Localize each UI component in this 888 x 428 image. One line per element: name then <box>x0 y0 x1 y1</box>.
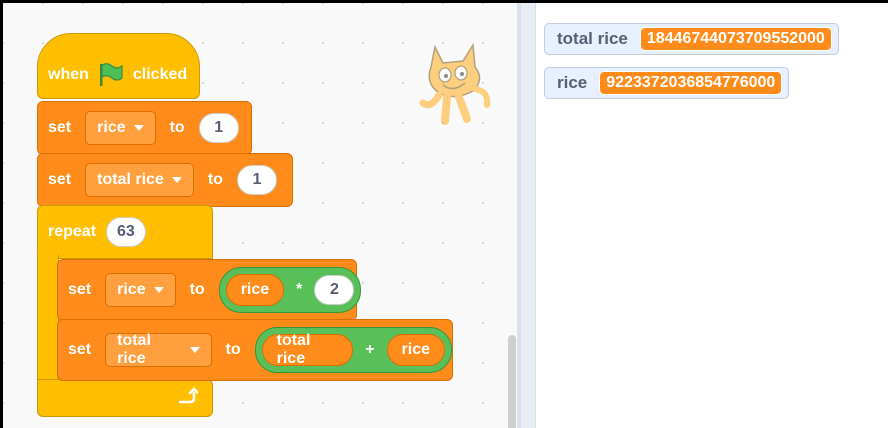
monitor-rice[interactable]: rice 9223372036854776000 <box>544 67 790 99</box>
loop-arrow-icon <box>178 387 198 404</box>
dropdown-caret-icon <box>171 177 182 183</box>
variable-dropdown-total-rice[interactable]: total rice <box>85 163 194 197</box>
variable-name: total rice <box>117 332 151 367</box>
value-input[interactable]: 1 <box>198 113 239 143</box>
variable-name: rice <box>117 281 146 298</box>
set-rice-multiply-block[interactable]: set rice to rice * 2 <box>57 259 362 321</box>
monitor-value: 18446744073709552000 <box>639 27 832 51</box>
multiply-operator-block[interactable]: rice * 2 <box>218 267 362 313</box>
monitor-label: rice <box>557 73 588 92</box>
multiply-operator: * <box>296 281 303 298</box>
add-operator-block[interactable]: total rice + rice <box>254 327 452 373</box>
set-label: set <box>48 119 72 136</box>
multiplier-input[interactable]: 2 <box>314 275 355 305</box>
when-flag-clicked-block[interactable]: when clicked <box>37 33 200 99</box>
panel-divider <box>521 3 535 428</box>
to-label: to <box>169 119 185 136</box>
repeat-count-input[interactable]: 63 <box>106 217 146 247</box>
total-rice-variable-reporter[interactable]: total rice <box>261 332 354 367</box>
repeat-arm <box>37 255 59 385</box>
variable-dropdown-rice[interactable]: rice <box>105 273 176 307</box>
variable-name: total rice <box>97 171 164 188</box>
monitor-value: 9223372036854776000 <box>599 71 783 95</box>
clicked-label: clicked <box>132 66 188 83</box>
variable-dropdown-rice[interactable]: rice <box>85 111 156 145</box>
dropdown-caret-icon <box>133 125 144 131</box>
value-input[interactable]: 1 <box>236 165 277 195</box>
when-label: when <box>48 66 89 83</box>
set-label: set <box>48 171 72 188</box>
dropdown-caret-icon <box>153 287 164 293</box>
workspace-scrollbar[interactable] <box>508 335 516 428</box>
repeat-bottom <box>37 379 213 417</box>
set-label: set <box>68 341 92 358</box>
green-flag-icon <box>99 63 123 86</box>
set-total-rice-add-block[interactable]: set total rice to total rice + rice <box>57 319 453 381</box>
monitor-label: total rice <box>557 29 628 48</box>
dropdown-caret-icon <box>189 347 200 353</box>
scratch-cat-icon <box>419 42 491 125</box>
repeat-block[interactable]: repeat 63 <box>37 205 213 259</box>
code-workspace[interactable]: when clicked set rice to 1 set total ric… <box>3 3 520 428</box>
monitor-total-rice[interactable]: total rice 18446744073709552000 <box>544 23 839 55</box>
variable-name: rice <box>97 119 126 136</box>
add-operator: + <box>365 341 375 358</box>
to-label: to <box>207 171 223 188</box>
rice-variable-reporter[interactable]: rice <box>225 274 285 306</box>
variable-dropdown-total-rice[interactable]: total rice <box>105 332 212 367</box>
repeat-label: repeat <box>48 223 97 240</box>
editor-window: when clicked set rice to 1 set total ric… <box>0 0 888 428</box>
to-label: to <box>225 341 241 358</box>
set-rice-block[interactable]: set rice to 1 <box>37 101 252 155</box>
rice-variable-reporter[interactable]: rice <box>386 334 445 366</box>
set-label: set <box>68 281 92 298</box>
to-label: to <box>189 281 205 298</box>
set-total-rice-block[interactable]: set total rice to 1 <box>37 153 293 207</box>
